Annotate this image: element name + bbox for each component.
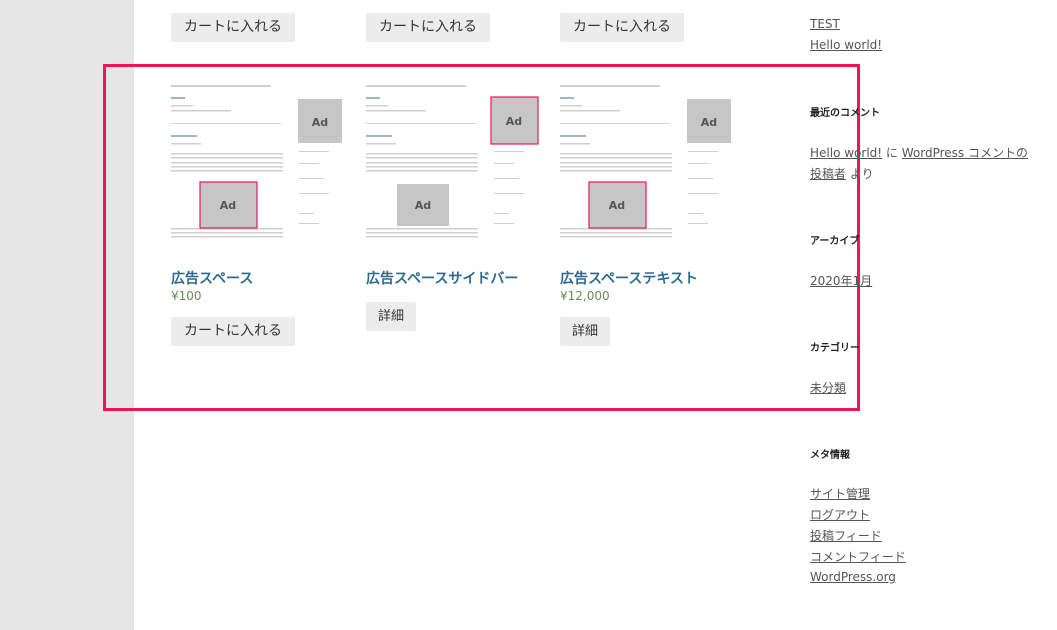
comment-connector: に xyxy=(882,146,902,160)
recent-post-link[interactable]: TEST xyxy=(810,17,840,31)
meta-link-comments-feed[interactable]: コメントフィード xyxy=(810,548,906,565)
add-to-cart-button[interactable]: カートに入れる xyxy=(171,13,295,42)
meta-link-wordpress-org[interactable]: WordPress.org xyxy=(810,570,896,584)
archives-heading: アーカイブ xyxy=(810,236,860,247)
recent-comments-heading: 最近のコメント xyxy=(810,108,880,119)
highlight-box xyxy=(103,64,860,411)
archive-link[interactable]: 2020年1月 xyxy=(810,272,872,289)
recent-comment: Hello world! に WordPress コメントの投稿者 より xyxy=(810,143,1035,185)
meta-link-posts-feed[interactable]: 投稿フィード xyxy=(810,527,882,544)
category-link[interactable]: 未分類 xyxy=(810,379,846,396)
categories-heading: カテゴリー xyxy=(810,343,860,354)
comment-author-link[interactable]: Hello world! xyxy=(810,146,882,160)
add-to-cart-button[interactable]: カートに入れる xyxy=(560,13,684,42)
meta-heading: メタ情報 xyxy=(810,450,850,461)
comment-suffix: より xyxy=(846,167,874,181)
meta-link-logout[interactable]: ログアウト xyxy=(810,506,870,523)
recent-post-link[interactable]: Hello world! xyxy=(810,38,882,52)
meta-link-site-admin[interactable]: サイト管理 xyxy=(810,485,870,502)
add-to-cart-button[interactable]: カートに入れる xyxy=(366,13,490,42)
